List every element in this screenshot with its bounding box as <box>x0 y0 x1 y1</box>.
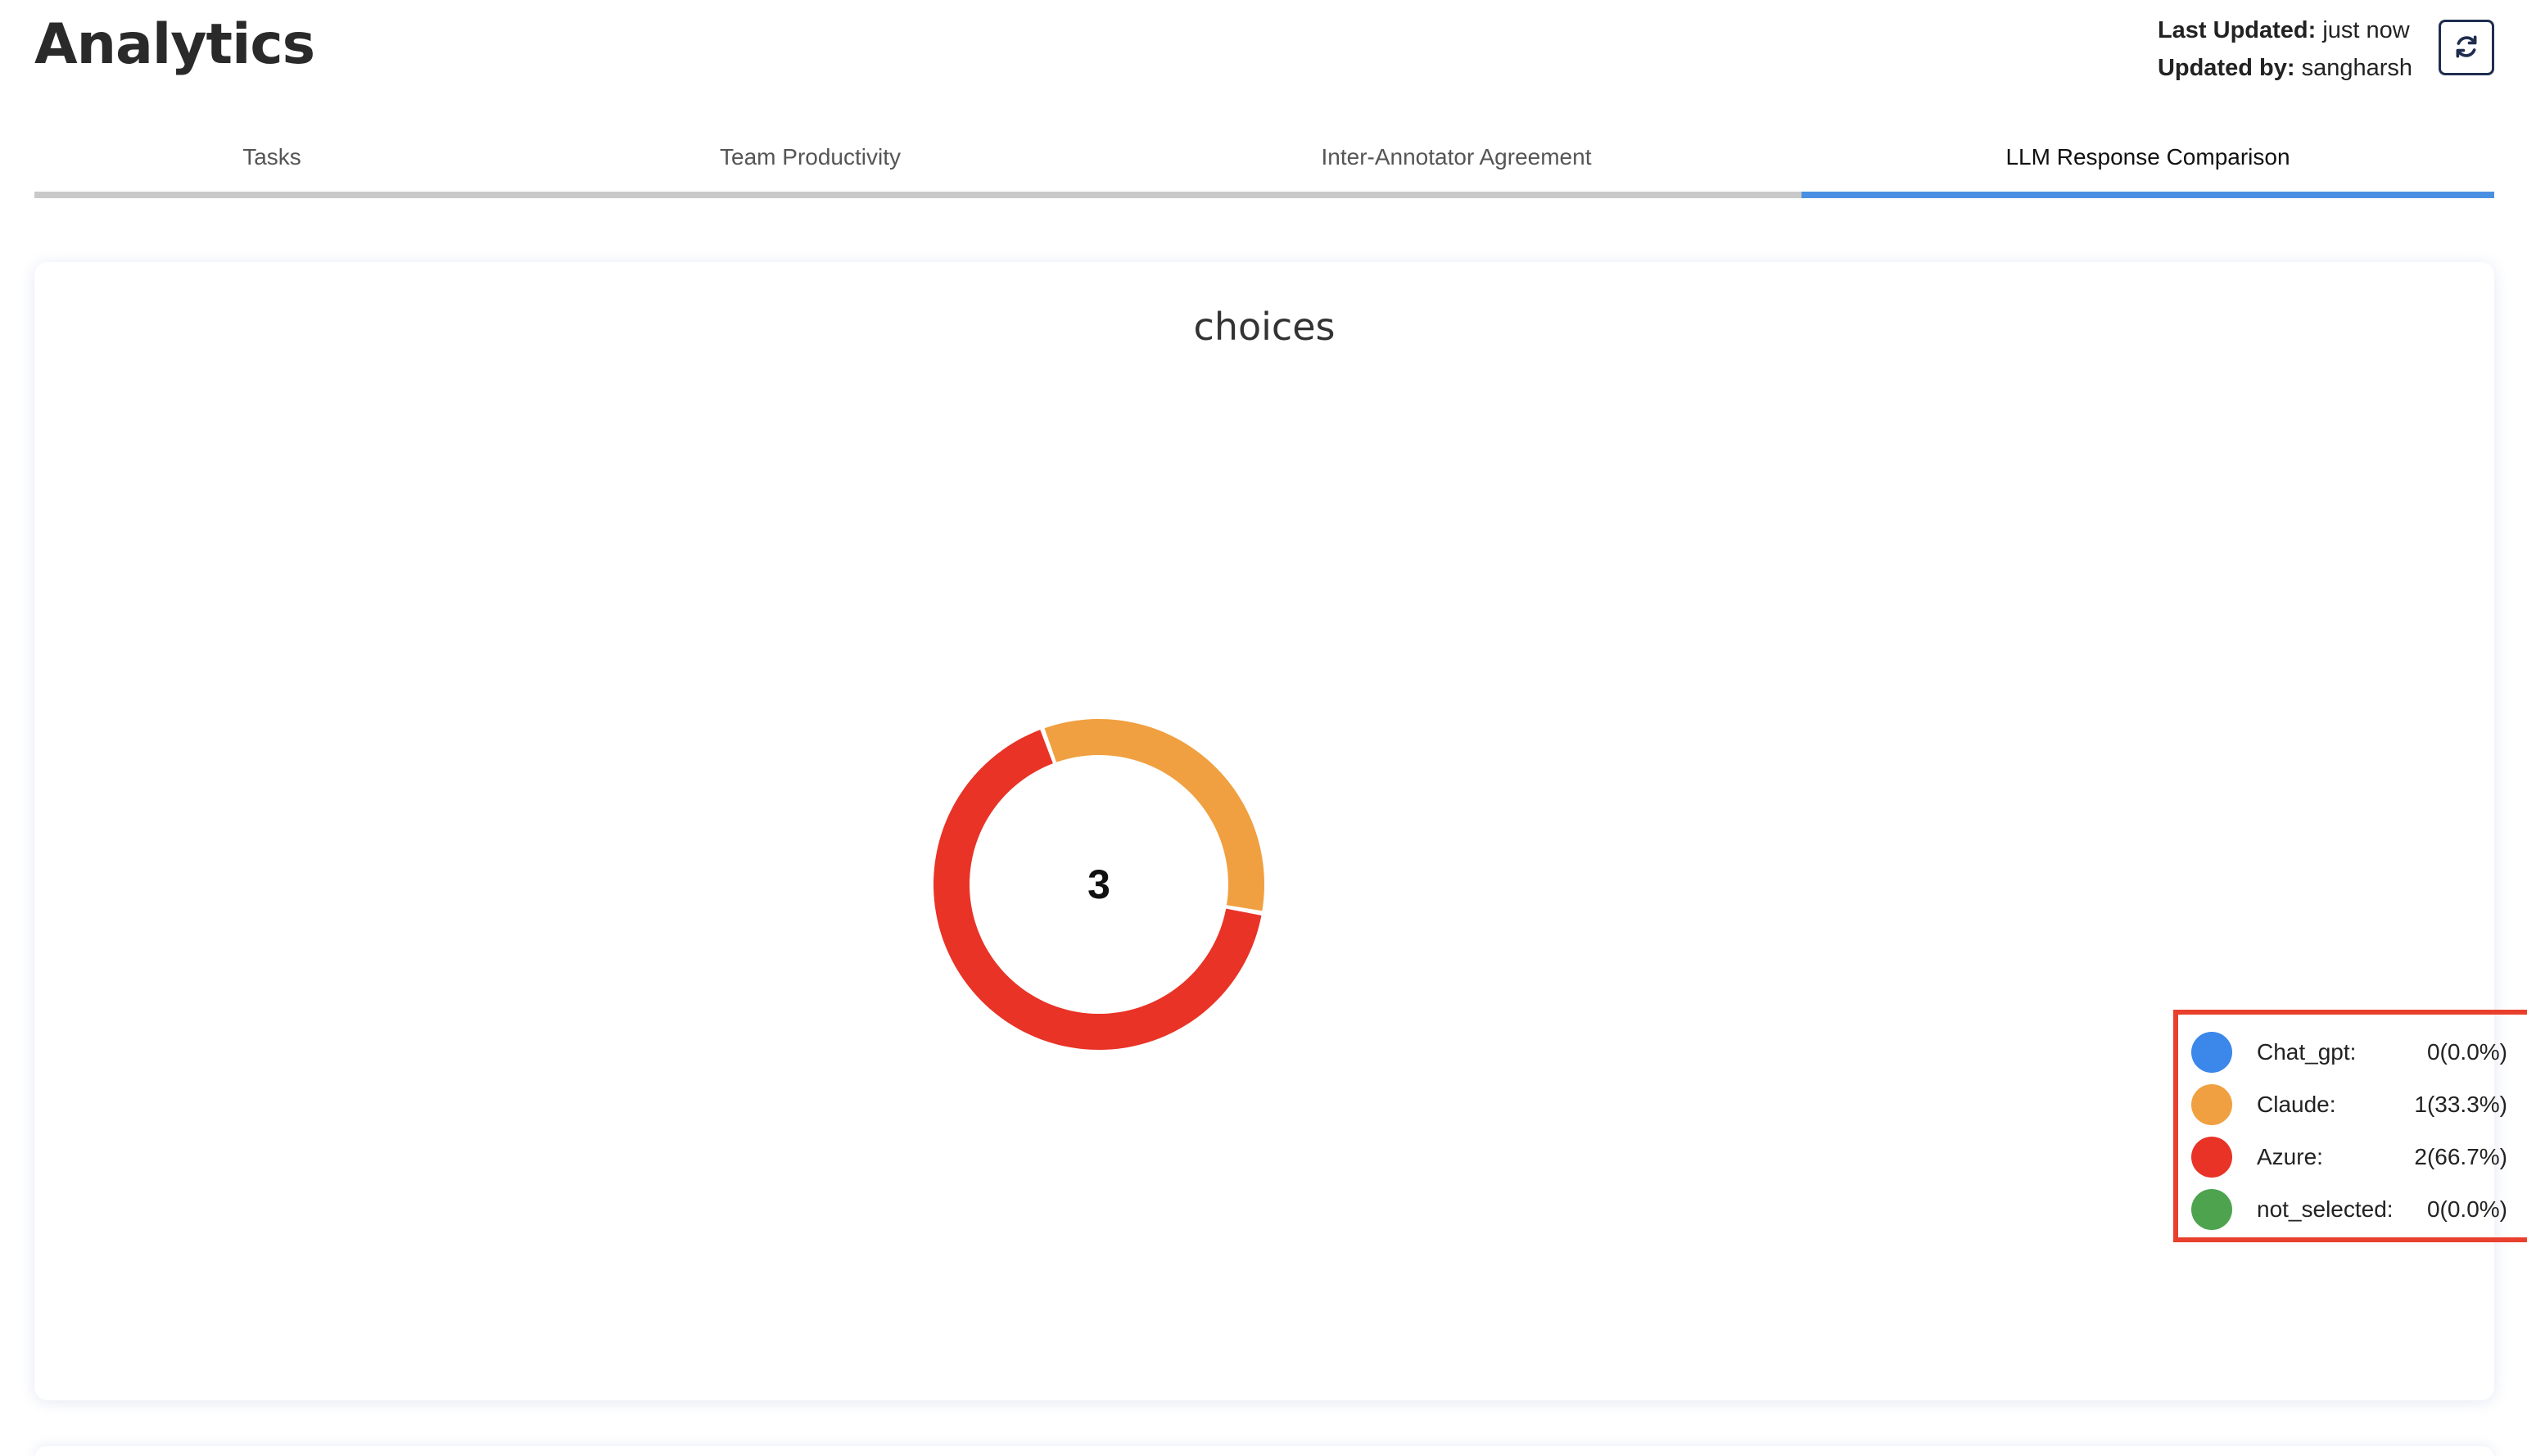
chart-legend: Chat_gpt: 0(0.0%) Claude: 1(33.3%) Azure… <box>2173 1010 2527 1242</box>
page-title: Analytics <box>34 12 315 77</box>
tab-bar: Tasks Team Productivity Inter-Annotator … <box>34 123 2494 198</box>
legend-dot-claude <box>2191 1084 2232 1125</box>
legend-value: 0(0.0%) <box>2426 1196 2507 1222</box>
tab-team-productivity[interactable]: Team Productivity <box>509 123 1111 192</box>
donut-total: 3 <box>1087 861 1110 907</box>
legend-value: 1(33.3%) <box>2414 1092 2507 1117</box>
legend-label: Chat_gpt: <box>2257 1039 2357 1065</box>
chart-card: choices 3 Chat_gpt: 0(0.0%) Claude: 1(33… <box>34 262 2527 1400</box>
legend-item-not-selected[interactable]: not_selected: 0(0.0%) <box>2191 1183 2527 1236</box>
updated-by-value: sangharsh <box>2301 55 2412 81</box>
legend-value: 2(66.7%) <box>2414 1144 2507 1169</box>
legend-label: Claude: <box>2257 1092 2336 1117</box>
updated-by-line: Updated by: sangharsh <box>2158 49 2412 87</box>
last-updated-value: just now <box>2322 17 2410 43</box>
updated-by-label: Updated by: <box>2157 55 2295 81</box>
legend-label: not_selected: <box>2257 1196 2394 1222</box>
analytics-page: Analytics Last Updated: just now Updated… <box>0 0 2527 1456</box>
refresh-button[interactable] <box>2439 20 2494 75</box>
legend-item-chat-gpt[interactable]: Chat_gpt: 0(0.0%) <box>2191 1026 2527 1078</box>
update-info: Last Updated: just now Updated by: sangh… <box>2158 11 2412 87</box>
tab-tasks[interactable]: Tasks <box>34 123 509 192</box>
legend-dot-azure <box>2191 1137 2232 1178</box>
legend-dot-chat-gpt <box>2191 1032 2232 1073</box>
last-updated-label: Last Updated: <box>2157 17 2317 43</box>
tab-inter-annotator-agreement[interactable]: Inter-Annotator Agreement <box>1111 123 1801 192</box>
chart-title: choices <box>1193 305 1336 349</box>
legend-item-claude[interactable]: Claude: 1(33.3%) <box>2191 1078 2527 1131</box>
last-updated-line: Last Updated: just now <box>2158 11 2412 49</box>
tab-llm-response-comparison[interactable]: LLM Response Comparison <box>1801 123 2494 198</box>
legend-dot-not-selected <box>2191 1189 2232 1230</box>
legend-value: 0(0.0%) <box>2426 1039 2507 1065</box>
donut-chart: 3 <box>919 704 1279 1065</box>
next-card-edge <box>34 1446 2494 1456</box>
refresh-icon <box>2452 33 2480 63</box>
legend-item-azure[interactable]: Azure: 2(66.7%) <box>2191 1131 2527 1183</box>
legend-label: Azure: <box>2257 1144 2323 1169</box>
